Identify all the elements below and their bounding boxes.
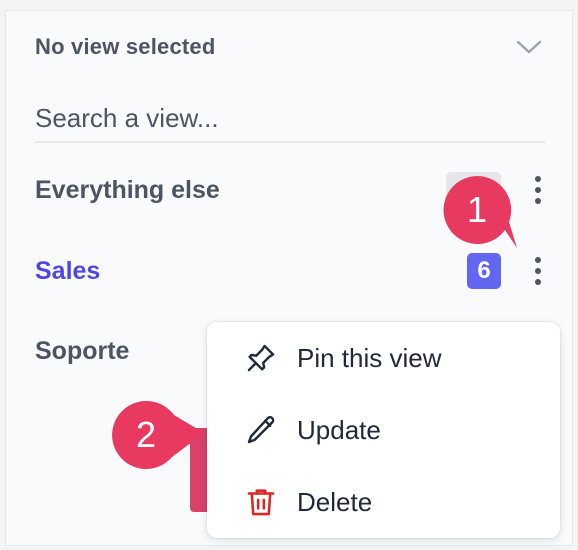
- view-item-label: Everything else: [35, 175, 220, 204]
- menu-item-label: Pin this view: [297, 342, 442, 373]
- callout-number: 1: [466, 189, 488, 230]
- callout-number: 2: [135, 414, 157, 455]
- update-view-menu-item[interactable]: Update: [207, 400, 560, 460]
- view-selector[interactable]: No view selected: [35, 29, 545, 65]
- view-item-sales[interactable]: Sales 6: [35, 251, 555, 291]
- view-selector-label: No view selected: [35, 34, 216, 59]
- pencil-icon: [241, 410, 281, 450]
- more-options-icon[interactable]: [521, 170, 555, 210]
- menu-item-label: Update: [297, 414, 381, 445]
- view-options-menu: Pin this view Update Delete: [207, 322, 560, 538]
- step-1-callout: 1: [443, 176, 517, 248]
- trash-icon: [241, 482, 281, 522]
- chevron-down-icon: [515, 37, 543, 57]
- delete-view-menu-item[interactable]: Delete: [207, 472, 560, 532]
- more-options-icon[interactable]: [521, 251, 555, 291]
- pin-view-menu-item[interactable]: Pin this view: [207, 328, 560, 388]
- menu-item-label: Delete: [297, 486, 373, 517]
- step-2-callout: 2: [112, 401, 204, 469]
- pin-icon: [241, 338, 281, 378]
- view-count-badge: 6: [467, 253, 501, 289]
- search-input[interactable]: [35, 95, 545, 143]
- view-item-label: Sales: [35, 256, 101, 285]
